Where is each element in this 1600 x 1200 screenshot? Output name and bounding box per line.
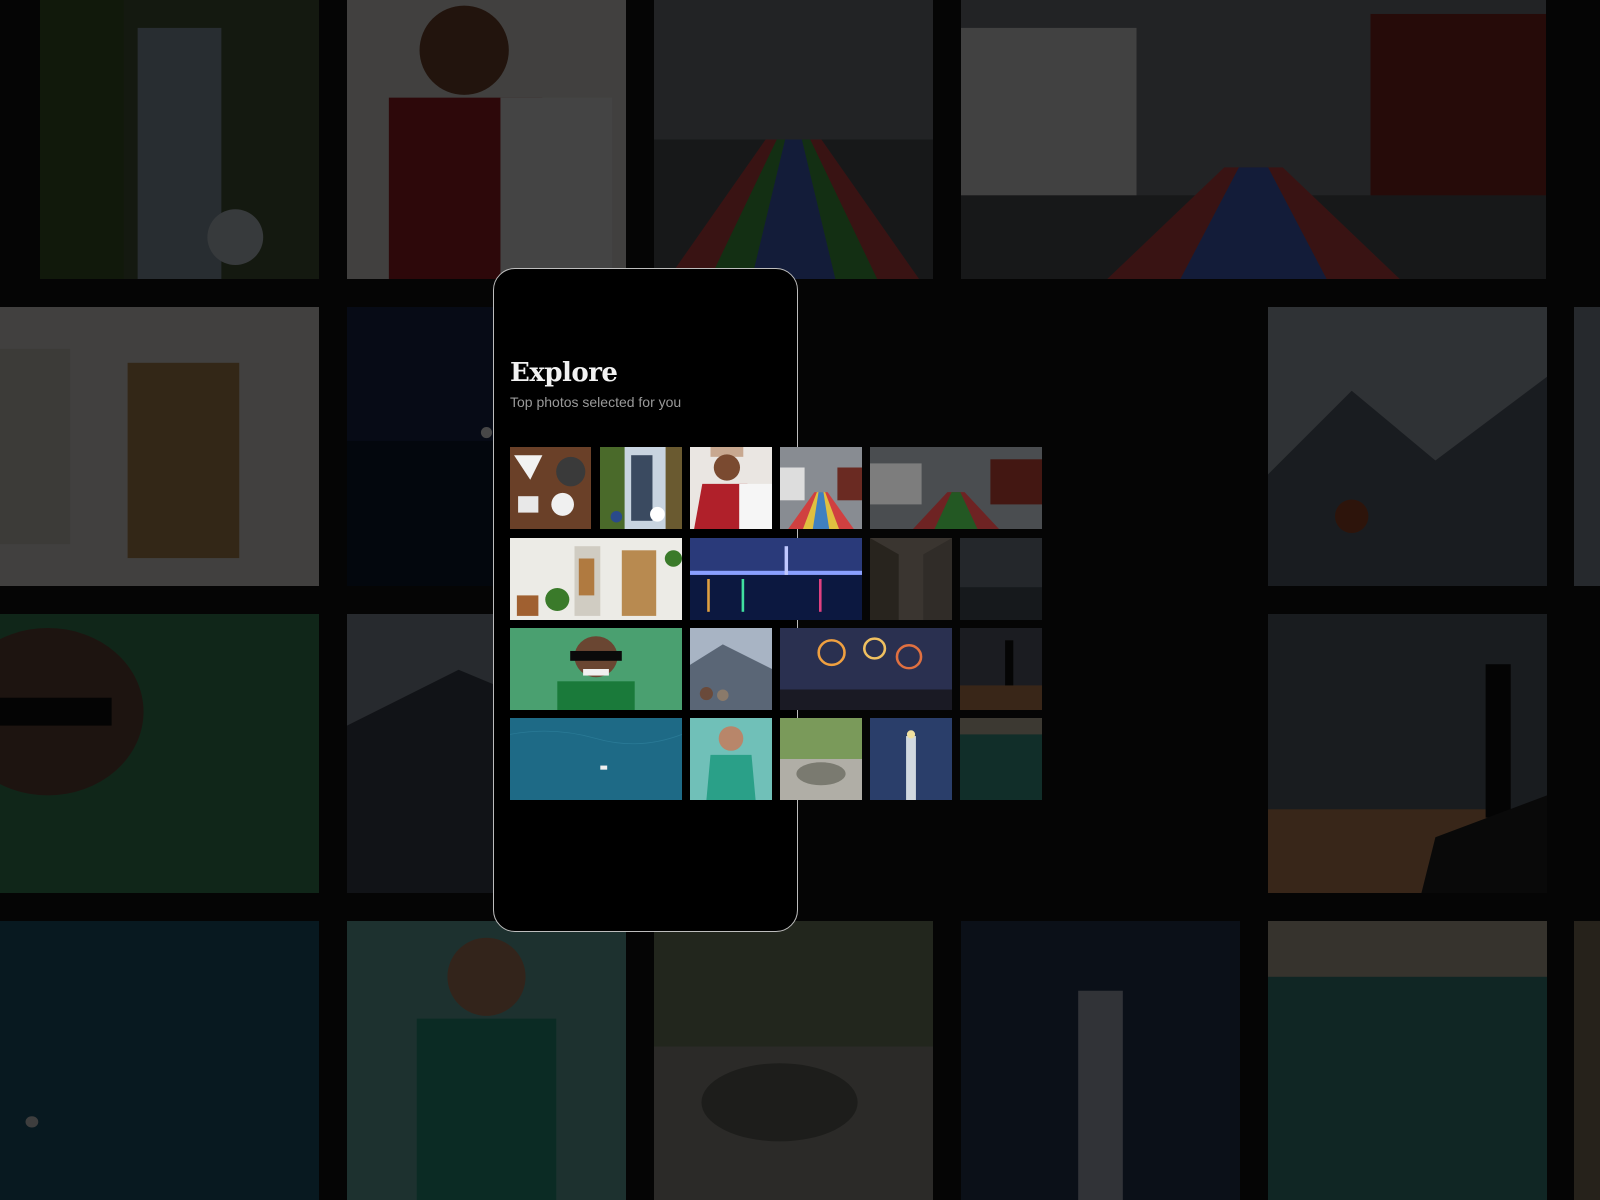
- bg-tile-woman: [347, 0, 626, 279]
- mountain-view-photo[interactable]: [690, 628, 772, 710]
- man-green-shirt-photo[interactable]: [690, 718, 772, 800]
- bg-tile-street: [654, 0, 933, 279]
- tower-photo[interactable]: [600, 447, 682, 529]
- rainbow-street-wide-photo[interactable]: [870, 447, 1042, 529]
- bg-tile-edge-1: [1574, 307, 1600, 586]
- sea-photo[interactable]: [960, 718, 1042, 800]
- bg-tile-silhouette: [1268, 614, 1547, 893]
- man-sunglasses-photo[interactable]: [510, 628, 682, 710]
- fireworks-photo[interactable]: [780, 628, 952, 710]
- bg-tile-man-green: [347, 921, 626, 1200]
- ocean-boat-photo[interactable]: [510, 718, 682, 800]
- bg-tile-ocean: [0, 921, 319, 1200]
- page-title: Explore: [510, 358, 618, 388]
- cat-photo[interactable]: [780, 718, 862, 800]
- interior-photo[interactable]: [510, 538, 682, 620]
- lighthouse-photo[interactable]: [870, 718, 952, 800]
- bg-tile-cat: [654, 921, 933, 1200]
- bg-tile-edge-2: [1574, 921, 1600, 1200]
- silhouette-photo[interactable]: [960, 628, 1042, 710]
- misty-photo[interactable]: [960, 538, 1042, 620]
- bg-tile-lighthouse: [961, 921, 1240, 1200]
- bg-tile-interior: [0, 307, 319, 586]
- page-subtitle: Top photos selected for you: [510, 394, 682, 410]
- woman-jacket-photo[interactable]: [690, 447, 772, 529]
- rainbow-street-photo[interactable]: [780, 447, 862, 529]
- bg-tile-sea: [1268, 921, 1547, 1200]
- bg-tile-street-2: [961, 0, 1546, 279]
- coffee-photo[interactable]: [510, 447, 591, 529]
- bg-tile-mountain: [1268, 307, 1547, 586]
- night-city-photo[interactable]: [690, 538, 862, 620]
- bg-tile-man-sunglasses: [0, 614, 319, 893]
- bg-tile-tower: [40, 0, 319, 279]
- alley-photo[interactable]: [870, 538, 952, 620]
